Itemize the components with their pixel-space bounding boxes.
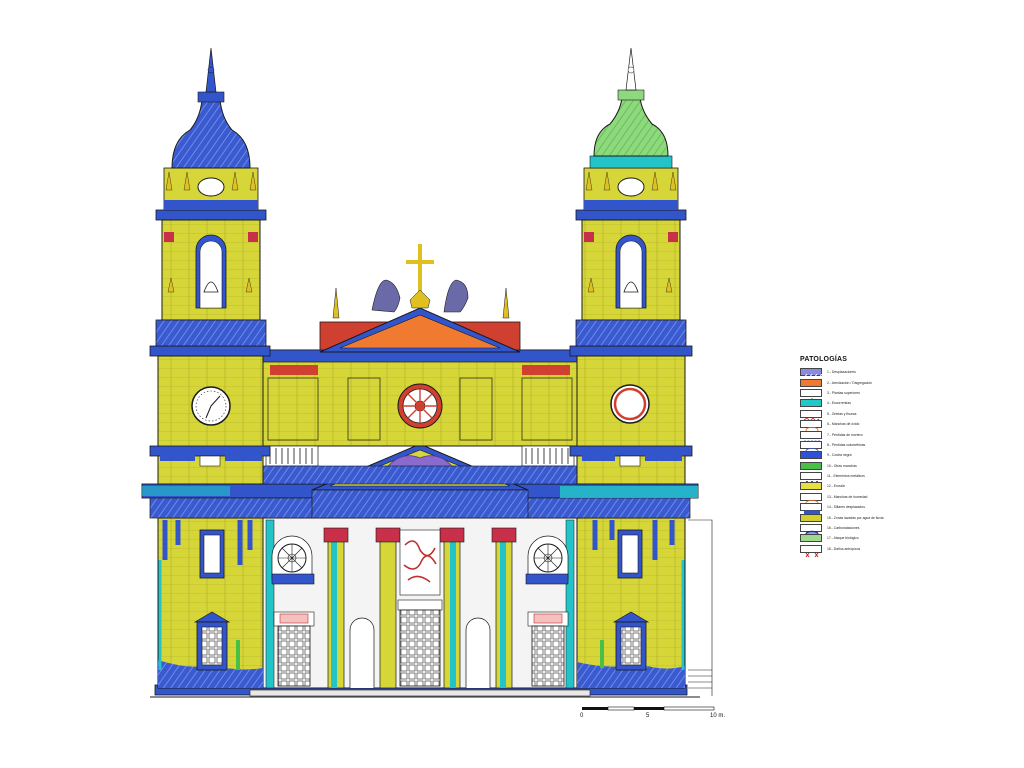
legend-item: 12.- Erosión [800,481,930,491]
legend-label: 9.- Costra negra [827,453,852,458]
legend-swatch [800,503,822,516]
legend-label: 6.- Manchas de óxido [827,422,860,427]
legend-item: 4.- Escorrentías [800,398,930,408]
legend-label: 4.- Escorrentías [827,401,851,406]
legend-swatch [800,451,822,460]
scale-tick-0: 0 [580,713,584,719]
right-dome [583,47,679,211]
cathedral-facade-elevation [141,47,713,698]
legend-label: 13.- Manchas de humedad [827,494,868,499]
legend-label: 17.- Ataque biológico [827,536,859,541]
right-clock [610,384,650,424]
legend-label: 2.- Arenización / Disgregación [827,380,873,385]
right-ground-window [612,611,650,671]
legend-swatch [800,388,822,403]
legend-title: PATOLOGÍAS [800,356,848,363]
legend-label: 18.- Daños antrópicos [827,546,861,551]
left-clock [191,386,231,426]
left-lower-window [199,529,225,579]
legend-label: 1.- Desplazaciones [827,370,856,375]
legend-swatch [800,534,822,543]
main-door [397,529,443,687]
legend-swatch [800,544,822,558]
legend-swatch [800,524,822,538]
legend-label: 7.- Pérdidas de mortero [827,432,863,437]
legend-swatch [800,420,822,434]
legend-item: 2.- Arenización / Disgregación [800,377,930,387]
legend-swatch [800,440,822,454]
legend-swatch [800,472,822,484]
right-door [527,611,569,687]
legend-label: 10.- Otras manchas [827,463,857,468]
right-lower-window [617,529,643,579]
legend-label: 3.- Plantas superiores [827,390,860,395]
legend-item: 16.- Carbonataciones [800,523,930,538]
legend-item: 1.- Desplazaciones [800,367,930,383]
legend-item: 9.- Costra negra [800,450,930,460]
pathology-legend: PATOLOGÍAS 1.- Desplazaciones 2.- Areniza… [800,356,930,558]
legend-label: 14.- Sillares desplazados [827,505,865,510]
upper-pediment [319,244,521,353]
left-ground-window [193,611,231,671]
left-belfry [155,209,267,347]
legend-label: 15.- Zonas lavadas por agua de lluvia [827,515,884,520]
legend-item: 6.- Manchas de óxido [800,419,930,434]
legend-swatch [800,461,822,470]
legend-item: 18.- Daños antrópicos [800,544,930,558]
legend-item: 13.- Manchas de humedad [800,492,930,506]
legend-swatch [800,409,822,422]
legend-item: 3.- Plantas superiores [800,388,930,403]
legend-label: 8.- Pérdidas volumétricas [827,442,866,447]
legend-label: 11.- Elementos metálicos [827,474,865,479]
scale-tick-5: 5 [646,713,650,719]
scale-tick-10: 10 m. [710,713,726,719]
legend-list: 1.- Desplazaciones 2.- Arenización / Disg… [800,367,930,558]
left-dome [163,47,259,211]
legend-swatch [800,399,822,408]
legend-item: 7.- Pérdidas de mortero [800,429,930,441]
legend-swatch [800,482,822,491]
legend-swatch [800,378,822,387]
legend-item: 10.- Otras manchas [800,461,930,471]
left-door [273,611,315,687]
scale-bar: 0 5 10 m. [580,705,730,729]
legend-swatch [800,492,822,506]
left-side-rose [271,535,315,585]
legend-item: 17.- Ataque biológico [800,533,930,543]
legend-swatch [800,430,822,441]
right-side-rose [525,535,569,585]
legend-item: 8.- Pérdidas volumétricas [800,440,930,454]
legend-swatch [800,513,822,522]
legend-item: 11.- Elementos metálicos [800,471,930,484]
legend-label: 16.- Carbonataciones [827,526,860,531]
right-belfry [575,209,687,347]
legend-item: 15.- Zonas lavadas por agua de lluvia [800,512,930,522]
legend-item: 14.- Sillares desplazados [800,502,930,516]
legend-swatch [800,368,823,383]
main-rose-window [397,383,443,429]
scale-bar-graphic [582,706,715,711]
legend-item: 5.- Grietas y fisuras [800,409,930,422]
legend-label: 5.- Grietas y fisuras [827,411,857,416]
legend-label: 12.- Erosión [827,484,846,489]
